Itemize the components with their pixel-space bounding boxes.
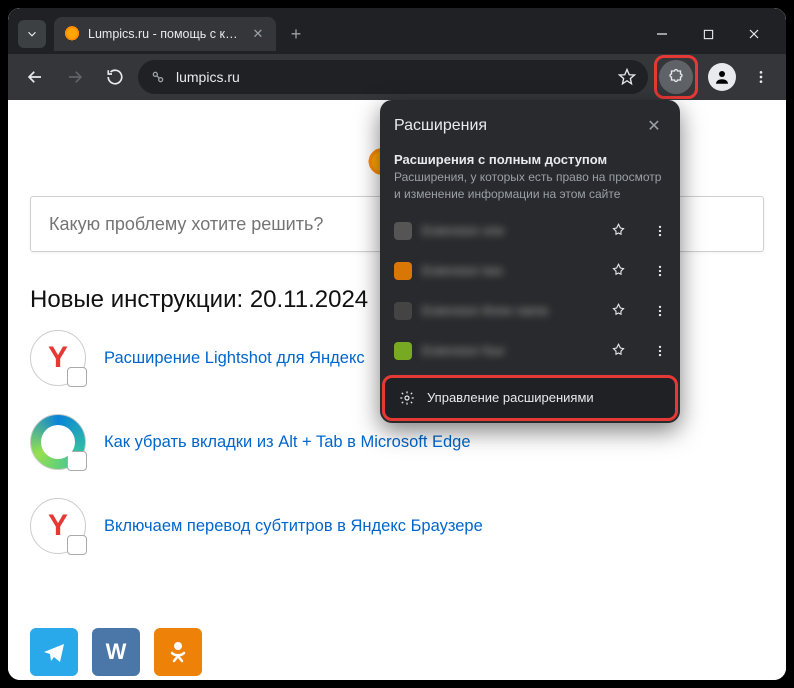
extension-name: Extension three name bbox=[422, 303, 592, 318]
article-title: Расширение Lightshot для Яндекс bbox=[104, 349, 365, 368]
pin-button[interactable] bbox=[602, 217, 634, 245]
extensions-button[interactable] bbox=[659, 60, 693, 94]
pin-icon bbox=[611, 343, 626, 358]
extension-more-button[interactable] bbox=[644, 257, 676, 285]
pin-button[interactable] bbox=[602, 337, 634, 365]
kebab-icon bbox=[653, 264, 667, 278]
window-maximize-button[interactable] bbox=[686, 18, 730, 50]
extension-icon bbox=[394, 342, 412, 360]
window-minimize-button[interactable] bbox=[640, 18, 684, 50]
tab-search-button[interactable] bbox=[18, 20, 46, 48]
tab-close-button[interactable]: ✕ bbox=[250, 26, 266, 42]
toolbar: lumpics.ru bbox=[8, 54, 786, 100]
window-close-button[interactable] bbox=[732, 18, 776, 50]
kebab-icon bbox=[653, 224, 667, 238]
back-button[interactable] bbox=[18, 60, 52, 94]
extension-name: Extension two bbox=[422, 263, 592, 278]
extension-icon bbox=[394, 222, 412, 240]
extension-item[interactable]: Extension one bbox=[380, 211, 680, 251]
kebab-icon bbox=[753, 69, 769, 85]
url-text: lumpics.ru bbox=[176, 69, 608, 85]
extensions-popup: Расширения ✕ Расширения с полным доступо… bbox=[380, 100, 680, 423]
extension-item[interactable]: Extension four bbox=[380, 331, 680, 371]
article-thumb-icon bbox=[30, 414, 86, 470]
manage-extensions-label: Управление расширениями bbox=[427, 390, 594, 405]
browser-tab[interactable]: Lumpics.ru - помощь с компьк ✕ bbox=[54, 17, 276, 51]
person-icon bbox=[713, 68, 731, 86]
social-vk[interactable]: W bbox=[92, 628, 140, 676]
popup-subtitle: Расширения с полным доступом bbox=[380, 148, 680, 169]
pin-icon bbox=[611, 303, 626, 318]
manage-extensions-highlight: Управление расширениями bbox=[382, 375, 678, 421]
pin-button[interactable] bbox=[602, 257, 634, 285]
tab-title: Lumpics.ru - помощь с компьк bbox=[88, 27, 242, 41]
puzzle-icon bbox=[667, 68, 685, 86]
new-tab-button[interactable]: + bbox=[282, 20, 310, 48]
social-telegram[interactable] bbox=[30, 628, 78, 676]
article-thumb-icon bbox=[30, 498, 86, 554]
article-title: Включаем перевод субтитров в Яндекс Брау… bbox=[104, 517, 483, 536]
reload-button[interactable] bbox=[98, 60, 132, 94]
pin-button[interactable] bbox=[602, 297, 634, 325]
pin-icon bbox=[611, 263, 626, 278]
article-thumb-icon bbox=[30, 330, 86, 386]
extension-icon bbox=[394, 302, 412, 320]
kebab-icon bbox=[653, 344, 667, 358]
bookmark-icon[interactable] bbox=[618, 68, 636, 86]
extensions-button-highlight bbox=[654, 55, 698, 99]
extension-more-button[interactable] bbox=[644, 217, 676, 245]
browser-menu-button[interactable] bbox=[746, 69, 776, 85]
manage-extensions-button[interactable]: Управление расширениями bbox=[385, 378, 675, 418]
social-ok[interactable] bbox=[154, 628, 202, 676]
popup-close-button[interactable]: ✕ bbox=[642, 114, 666, 138]
pin-icon bbox=[611, 223, 626, 238]
extension-name: Extension one bbox=[422, 223, 592, 238]
profile-button[interactable] bbox=[708, 63, 736, 91]
gear-icon bbox=[399, 390, 415, 406]
extension-more-button[interactable] bbox=[644, 297, 676, 325]
favicon-icon bbox=[64, 26, 80, 42]
popup-title: Расширения bbox=[394, 117, 487, 135]
extension-item[interactable]: Extension two bbox=[380, 251, 680, 291]
popup-description: Расширения, у которых есть право на прос… bbox=[380, 169, 680, 211]
address-bar[interactable]: lumpics.ru bbox=[138, 60, 648, 94]
extension-item[interactable]: Extension three name bbox=[380, 291, 680, 331]
site-info-icon[interactable] bbox=[150, 69, 166, 85]
title-bar: Lumpics.ru - помощь с компьк ✕ + bbox=[8, 8, 786, 54]
extension-more-button[interactable] bbox=[644, 337, 676, 365]
article-title: Как убрать вкладки из Alt + Tab в Micros… bbox=[104, 433, 471, 452]
article-link[interactable]: Включаем перевод субтитров в Яндекс Брау… bbox=[30, 498, 764, 554]
forward-button bbox=[58, 60, 92, 94]
kebab-icon bbox=[653, 304, 667, 318]
extension-icon bbox=[394, 262, 412, 280]
extension-name: Extension four bbox=[422, 343, 592, 358]
